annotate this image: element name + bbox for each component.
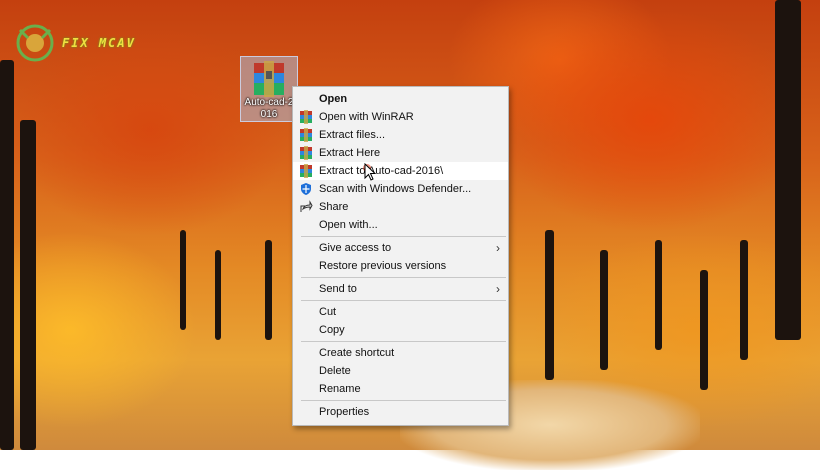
menu-item-cut[interactable]: Cut (293, 303, 508, 321)
menu-item-delete[interactable]: Delete (293, 362, 508, 380)
tree-trunk (600, 250, 608, 370)
menu-item-share[interactable]: Share (293, 198, 508, 216)
winrar-icon (300, 110, 312, 124)
tree-trunk (20, 120, 36, 450)
menu-item-create-shortcut[interactable]: Create shortcut (293, 344, 508, 362)
context-menu: Open Open with WinRAR Extract files... E… (292, 86, 509, 426)
winrar-archive-icon (254, 61, 284, 97)
menu-item-restore-previous-versions[interactable]: Restore previous versions (293, 257, 508, 275)
menu-item-open-with-winrar[interactable]: Open with WinRAR (293, 108, 508, 126)
menu-item-extract-to-folder[interactable]: Extract to Auto-cad-2016\ (293, 162, 508, 180)
menu-separator (301, 277, 506, 278)
chevron-right-icon: › (496, 241, 500, 255)
menu-separator (301, 400, 506, 401)
menu-item-scan-windows-defender[interactable]: Scan with Windows Defender... (293, 180, 508, 198)
tree-trunk (545, 230, 554, 380)
menu-item-open[interactable]: Open (293, 90, 508, 108)
share-icon (300, 200, 313, 212)
winrar-icon (300, 128, 312, 142)
tree-trunk (215, 250, 221, 340)
menu-item-give-access-to[interactable]: Give access to › (293, 239, 508, 257)
menu-item-properties[interactable]: Properties (293, 403, 508, 421)
tree-trunk (740, 240, 748, 360)
menu-separator (301, 236, 506, 237)
desktop-file-label: Auto-cad-2016 (244, 97, 294, 120)
tree-trunk (180, 230, 186, 330)
watermark-logo-icon (16, 24, 54, 62)
tree-trunk (0, 60, 14, 450)
watermark-text: FIX MCAV (62, 36, 136, 50)
chevron-right-icon: › (496, 282, 500, 296)
winrar-icon (300, 164, 312, 178)
tree-trunk (655, 240, 662, 350)
watermark: FIX MCAV (12, 20, 136, 66)
tree-trunk (265, 240, 272, 340)
winrar-icon (300, 146, 312, 160)
desktop-file-icon[interactable]: Auto-cad-2016 (240, 56, 298, 122)
menu-separator (301, 341, 506, 342)
tree-trunk (700, 270, 708, 390)
menu-item-rename[interactable]: Rename (293, 380, 508, 398)
menu-item-send-to[interactable]: Send to › (293, 280, 508, 298)
menu-item-extract-files[interactable]: Extract files... (293, 126, 508, 144)
menu-separator (301, 300, 506, 301)
menu-item-extract-here[interactable]: Extract Here (293, 144, 508, 162)
mouse-cursor-icon (363, 163, 377, 181)
windows-defender-icon (301, 183, 311, 195)
tree-trunk (775, 0, 801, 340)
menu-item-open-with[interactable]: Open with... (293, 216, 508, 234)
menu-item-copy[interactable]: Copy (293, 321, 508, 339)
